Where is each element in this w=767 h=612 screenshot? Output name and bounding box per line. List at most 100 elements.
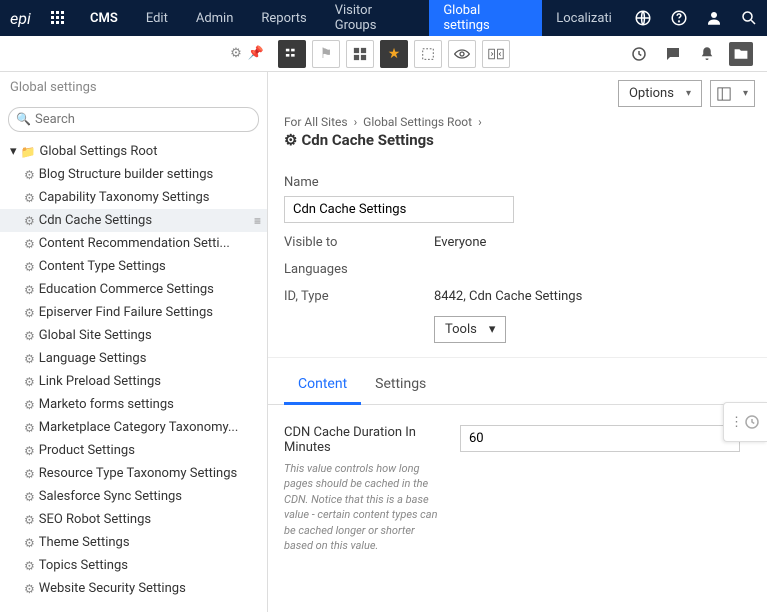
chat-icon[interactable] xyxy=(661,42,685,66)
gear-icon: ⚙ xyxy=(24,467,35,481)
tree-item[interactable]: ⚙ Theme Settings xyxy=(0,531,267,554)
bell-icon[interactable] xyxy=(695,42,719,66)
name-label: Name xyxy=(284,175,434,190)
compare-icon[interactable] xyxy=(482,40,510,68)
tree-view-icon[interactable] xyxy=(278,40,306,68)
search-icon: 🔍 xyxy=(16,112,31,126)
nav-cms[interactable]: CMS xyxy=(76,0,132,36)
nav-reports[interactable]: Reports xyxy=(247,0,320,36)
tree-label: Blog Structure builder settings xyxy=(39,167,261,182)
gear-icon: ⚙ xyxy=(24,237,35,251)
preview-icon[interactable] xyxy=(448,40,476,68)
name-input[interactable] xyxy=(284,196,514,223)
tree-item[interactable]: ⚙ Salesforce Sync Settings xyxy=(0,485,267,508)
drag-handle-icon[interactable]: ⋮ xyxy=(723,402,767,442)
gear-icon: ⚙ xyxy=(24,168,35,182)
chevron-down-icon: ▾ xyxy=(686,88,691,99)
nav-admin[interactable]: Admin xyxy=(182,0,248,36)
breadcrumb: For All Sites › Global Settings Root › xyxy=(268,115,767,129)
languages-label: Languages xyxy=(284,262,434,277)
gear-icon: ⚙ xyxy=(24,559,35,573)
gear-icon: ⚙ xyxy=(24,444,35,458)
collapse-icon[interactable]: ▾ xyxy=(10,144,17,159)
gear-icon: ⚙ xyxy=(24,398,35,412)
nav-visitor-groups[interactable]: Visitor Groups xyxy=(321,0,430,36)
tree-label: Product Settings xyxy=(39,443,261,458)
tree-label: Content Recommendation Setti... xyxy=(39,236,261,251)
nav-global-settings[interactable]: Global settings xyxy=(429,0,542,36)
tab-settings[interactable]: Settings xyxy=(361,366,440,404)
tree-label: Link Preload Settings xyxy=(39,374,261,389)
gear-icon: ⚙ xyxy=(24,214,35,228)
apps-icon[interactable] xyxy=(41,0,76,36)
tree-item[interactable]: ⚙ Resource Type Taxonomy Settings xyxy=(0,462,267,485)
tree-item[interactable]: ⚙ Episerver Find Failure Settings xyxy=(0,301,267,324)
gear-icon: ⚙ xyxy=(24,306,35,320)
gear-icon: ⚙ xyxy=(24,536,35,550)
refresh-icon[interactable] xyxy=(627,42,651,66)
tree-item[interactable]: ⚙ Cdn Cache Settings ≡ xyxy=(0,209,267,232)
tree-item[interactable]: ⚙ Marketplace Category Taxonomy... xyxy=(0,416,267,439)
tree-label: Salesforce Sync Settings xyxy=(39,489,261,504)
tree-label: Global Settings Root xyxy=(39,144,261,159)
grid-view-icon[interactable] xyxy=(346,40,374,68)
tree-label: Resource Type Taxonomy Settings xyxy=(39,466,261,481)
tools-button[interactable]: Tools▾ xyxy=(434,316,506,343)
tree-item[interactable]: ⚙ Topics Settings xyxy=(0,554,267,577)
cache-duration-input[interactable] xyxy=(460,425,740,452)
globe-icon[interactable] xyxy=(626,0,661,36)
gear-icon: ⚙ xyxy=(24,191,35,205)
sidebar-title: Global settings xyxy=(0,72,267,103)
tree-item[interactable]: ⚙ Link Preload Settings xyxy=(0,370,267,393)
tree-item[interactable]: ⚙ Marketo forms settings xyxy=(0,393,267,416)
crumb[interactable]: For All Sites xyxy=(284,115,348,129)
tree-item[interactable]: ⚙ Global Site Settings xyxy=(0,324,267,347)
user-icon[interactable] xyxy=(696,0,731,36)
tree-label: Marketplace Category Taxonomy... xyxy=(39,420,261,435)
gear-icon[interactable]: ⚙ xyxy=(230,46,242,61)
tree-item[interactable]: ⚙ Content Type Settings xyxy=(0,255,267,278)
help-icon[interactable] xyxy=(661,0,696,36)
tabs: Content Settings xyxy=(268,366,767,405)
select-icon[interactable] xyxy=(414,40,442,68)
folder-icon[interactable] xyxy=(729,42,753,66)
visible-value: Everyone xyxy=(434,235,751,250)
tree-item[interactable]: ⚙ Education Commerce Settings xyxy=(0,278,267,301)
nav-edit[interactable]: Edit xyxy=(132,0,182,36)
search-icon[interactable] xyxy=(732,0,767,36)
pin-icon[interactable]: 📌 xyxy=(248,46,264,61)
tree-label: Website Security Settings xyxy=(39,581,261,596)
tree-label: Language Settings xyxy=(39,351,261,366)
star-icon[interactable]: ★ xyxy=(380,40,408,68)
options-button[interactable]: Options▾ xyxy=(618,80,702,107)
tree-item[interactable]: ⚙ Website Security Settings xyxy=(0,577,267,600)
flag-icon[interactable]: ⚑ xyxy=(312,40,340,68)
id-type-value: 8442, Cdn Cache Settings xyxy=(434,289,751,304)
gear-icon: ⚙ xyxy=(24,375,35,389)
tree-item[interactable]: ⚙ Product Settings xyxy=(0,439,267,462)
tree-label: Topics Settings xyxy=(39,558,261,573)
visible-label: Visible to xyxy=(284,235,434,250)
field-label: CDN Cache Duration In Minutes xyxy=(284,425,444,455)
tab-content[interactable]: Content xyxy=(284,366,361,405)
search-input[interactable] xyxy=(8,107,259,132)
top-nav: epi CMS Edit Admin Reports Visitor Group… xyxy=(0,0,767,36)
crumb[interactable]: Global Settings Root xyxy=(363,115,472,129)
tree-item[interactable]: ⚙ Language Settings xyxy=(0,347,267,370)
nav-localization[interactable]: Localizati xyxy=(542,0,626,36)
gear-icon: ⚙ xyxy=(24,260,35,274)
tree-item[interactable]: ⚙ Content Recommendation Setti... xyxy=(0,232,267,255)
field-help: This value controls how long pages shoul… xyxy=(284,461,444,553)
tree-label: Capability Taxonomy Settings xyxy=(39,190,261,205)
tree-item[interactable]: ⚙ Capability Taxonomy Settings xyxy=(0,186,267,209)
menu-icon[interactable]: ≡ xyxy=(254,214,261,228)
tree-item[interactable]: ⚙ SEO Robot Settings xyxy=(0,508,267,531)
tree-root[interactable]: ▾ 📁 Global Settings Root xyxy=(0,140,267,163)
tree: ▾ 📁 Global Settings Root⚙ Blog Structure… xyxy=(0,136,267,612)
tree-item[interactable]: ⚙ Blog Structure builder settings xyxy=(0,163,267,186)
layout-button[interactable]: ▾ xyxy=(710,80,755,107)
gear-icon: ⚙ xyxy=(24,283,35,297)
tree-label: Cdn Cache Settings xyxy=(39,213,250,228)
gear-icon: ⚙ xyxy=(24,513,35,527)
gear-icon: ⚙ xyxy=(24,329,35,343)
